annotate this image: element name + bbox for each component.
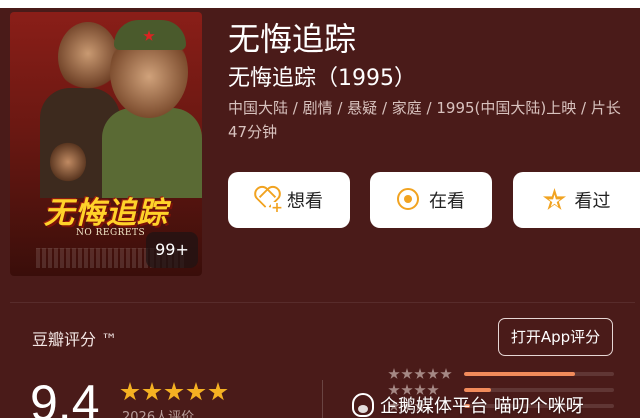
watched-button[interactable]: 看过 [513,172,640,228]
page-title: 无悔追踪 [228,20,357,58]
heart-plus-icon: + [271,200,283,216]
vertical-divider [322,380,323,418]
watched-label: 看过 [574,191,611,212]
watching-label: 在看 [429,191,465,212]
section-divider [10,302,635,303]
movie-poster[interactable]: 无悔追踪 NO REGRETS 99+ [10,12,202,276]
star-icon [208,382,228,401]
rating-stars [120,382,228,402]
star-icon [542,188,567,212]
distribution-row-5 [388,366,614,382]
penguin-icon [352,393,374,417]
poster-title: 无悔追踪 [44,196,168,231]
movie-meta: 中国大陆 / 剧情 / 悬疑 / 家庭 / 1995(中国大陆)上映 / 片长4… [228,99,621,141]
target-icon [397,188,421,212]
star-icon [164,382,184,401]
movie-subtitle: 无悔追踪（1995） [228,66,416,91]
distribution-bar [464,372,614,376]
poster-figure [102,108,202,198]
rating-score: 9.4 [30,375,100,418]
star-icon [142,382,162,401]
want-to-watch-label: 想看 [287,191,323,212]
watermark-text: 企鹅媒体平台 喵叨个咪呀 [380,396,584,417]
watching-button[interactable]: 在看 [370,172,492,228]
star-icon [120,382,140,401]
open-app-rate-button[interactable]: 打开App评分 [498,318,613,356]
poster-face [58,22,118,92]
rating-label: 豆瓣评分 ™ [32,330,118,349]
poster-face [50,142,86,182]
want-to-watch-button[interactable]: + 想看 [228,172,350,228]
star-icon [186,382,206,401]
poster-photo-count-badge[interactable]: 99+ [146,232,198,268]
five-star-icon-group [388,368,454,380]
movie-detail-panel: 无悔追踪 NO REGRETS 99+ 无悔追踪 无悔追踪（1995） 中国大陆… [0,8,640,418]
raters-count: 2026人评价 [122,410,195,418]
watermark: 企鹅媒体平台 喵叨个咪呀 [352,392,584,418]
